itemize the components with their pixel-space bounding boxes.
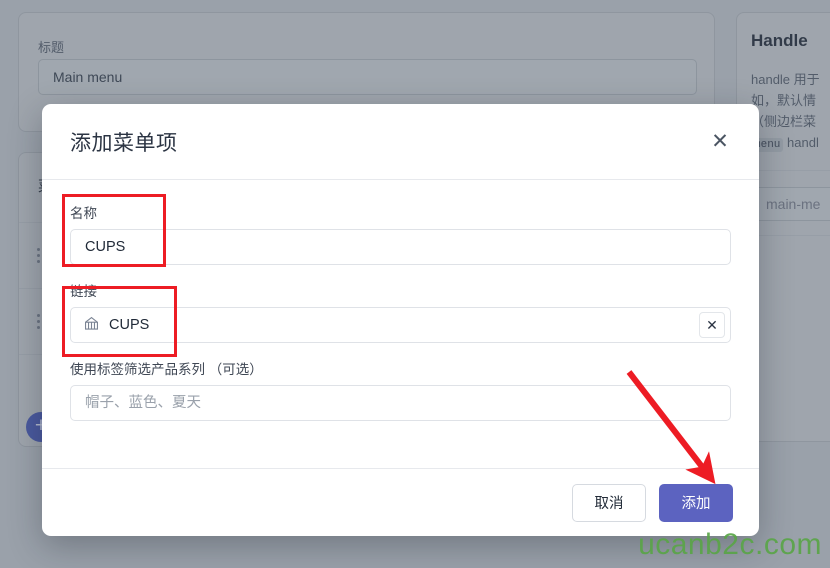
dialog-footer: 取消 添加 (42, 468, 759, 536)
storefront-icon (83, 315, 100, 336)
link-field-group: 链接 CUPS ✕ (70, 280, 731, 343)
watermark: ucanb2c.com (638, 528, 822, 561)
link-field-label: 链接 (70, 284, 97, 299)
name-field-label: 名称 (70, 206, 97, 221)
add-button[interactable]: 添加 (659, 483, 733, 522)
link-value-wrap: CUPS (83, 315, 149, 336)
screen: 标题 Main menu 菜单项 + Handle handle 用于 如，默认… (0, 0, 830, 568)
link-clear-close-icon[interactable]: ✕ (699, 312, 725, 338)
tags-input[interactable] (70, 385, 731, 421)
name-input[interactable] (70, 229, 731, 265)
dialog-body: 名称 链接 (42, 180, 759, 468)
dialog-title: 添加菜单项 (70, 131, 178, 155)
tags-field-group: 使用标签筛选产品系列 （可选） (70, 358, 731, 421)
tags-field-label: 使用标签筛选产品系列 （可选） (70, 362, 263, 377)
close-icon[interactable]: ✕ (703, 125, 737, 159)
link-control[interactable]: CUPS ✕ (70, 307, 731, 343)
add-menu-item-dialog: 添加菜单项 ✕ 名称 链接 (42, 104, 759, 536)
cancel-button[interactable]: 取消 (572, 483, 646, 522)
name-field-group: 名称 (70, 202, 731, 265)
link-value-text: CUPS (109, 317, 150, 333)
dialog-header: 添加菜单项 ✕ (42, 104, 759, 180)
